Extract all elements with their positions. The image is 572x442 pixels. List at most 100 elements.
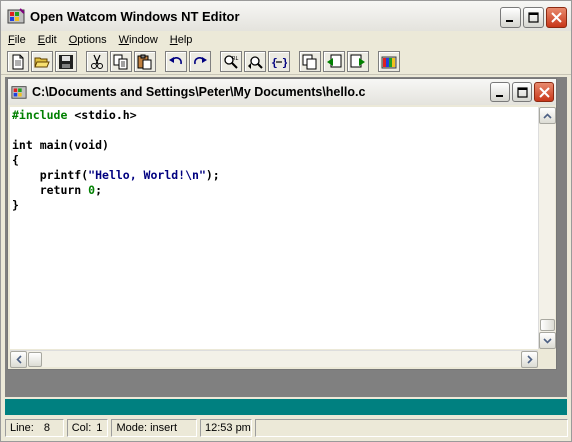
horizontal-scrollbar[interactable] [10,350,538,368]
return-semicolon: ; [95,183,103,197]
find-button[interactable]: RL [220,51,242,72]
vertical-scrollbar[interactable] [538,107,556,349]
menu-help-mnemonic: H [169,34,178,46]
document-minimize-button[interactable] [490,82,510,102]
cut-scissors-icon [91,54,103,69]
menu-bar: File Edit Options Window Help [1,31,571,49]
watcom-logo-button[interactable] [378,51,400,72]
return-keyword: return [12,183,89,197]
document-maximize-button[interactable] [512,82,532,102]
minimize-icon [495,94,503,97]
match-brace-icon: {} [271,56,287,69]
scroll-corner [538,350,555,367]
document-window: C:\Documents and Settings\Peter\My Docum… [7,78,557,370]
svg-text:RL: RL [232,56,238,62]
match-brace-button[interactable]: {} [268,51,290,72]
watcom-app-icon[interactable] [7,7,25,25]
document-title-bar[interactable]: C:\Documents and Settings\Peter\My Docum… [8,79,556,105]
menu-help[interactable]: Help [165,34,198,46]
menu-file[interactable]: File [3,34,31,46]
maximize-button[interactable] [523,7,544,28]
close-button[interactable] [546,7,567,28]
printf-call: printf( [12,168,89,182]
menu-file-mnemonic: F [8,34,15,46]
code-line-3: int main(void) [12,138,109,152]
copy-button[interactable] [110,51,132,72]
status-col-value: 1 [96,422,103,434]
watcom-logo-icon [381,56,397,68]
status-line: Line: 8 [5,419,64,437]
title-bar[interactable]: Open Watcom Windows NT Editor [1,1,571,31]
document-close-button[interactable] [534,82,554,102]
svg-text:}: } [282,56,287,69]
menu-options-mnemonic: O [68,34,78,46]
minimize-icon [506,20,513,22]
save-disk-icon [59,54,73,69]
previous-window-button[interactable] [323,51,345,72]
open-file-button[interactable] [31,51,53,72]
mdi-client-area: C:\Documents and Settings\Peter\My Docum… [5,77,567,397]
find-next-button[interactable] [244,51,266,72]
minimize-button[interactable] [500,7,521,28]
code-editor[interactable]: #include <stdio.h> int main(void) { prin… [10,107,538,349]
toolbar: RL {} [1,49,571,75]
code-line-1: #include <stdio.h> [12,108,538,123]
watcom-document-icon[interactable] [11,84,27,100]
new-file-icon [12,54,24,69]
horizontal-scroll-thumb[interactable] [28,352,42,367]
menu-window[interactable]: Window [114,34,163,46]
code-line-4: { [12,153,19,167]
paste-icon [137,54,152,69]
vertical-scroll-thumb[interactable] [540,319,555,331]
status-bar: Line: 8 Col: 1 Mode: insert 12:53 pm [1,415,571,441]
menu-help-label: elp [177,34,193,46]
chevron-left-icon [15,355,22,364]
redo-button[interactable] [189,51,211,72]
close-icon [551,12,562,23]
maximize-icon [516,86,528,98]
menu-edit[interactable]: Edit [33,34,62,46]
scroll-up-button[interactable] [539,107,556,124]
save-file-button[interactable] [55,51,77,72]
status-column: Col: 1 [66,419,109,437]
previous-window-icon [327,54,342,67]
menu-file-label: ile [14,34,26,46]
code-line-5: printf("Hello, World!\n"); [12,168,538,183]
message-bar [5,399,567,415]
new-window-button[interactable] [299,51,321,72]
paste-button[interactable] [134,51,156,72]
maximize-icon [528,12,539,23]
scroll-left-button[interactable] [10,351,27,368]
status-message [254,419,568,437]
window-title: Open Watcom Windows NT Editor [30,8,240,24]
find-icon: RL [224,54,238,69]
code-line-7: } [12,198,19,212]
menu-options-label: ptions [77,34,107,46]
cut-button[interactable] [86,51,108,72]
chevron-right-icon [526,355,533,364]
include-header: <stdio.h> [67,108,137,122]
scroll-down-button[interactable] [539,332,556,349]
code-line-6: return 0; [12,183,538,198]
scroll-right-button[interactable] [521,351,538,368]
chevron-up-icon [543,112,552,119]
editor-window: Open Watcom Windows NT Editor File Edit … [0,0,572,442]
status-mode: Mode: insert [111,419,197,437]
new-file-button[interactable] [7,51,29,72]
redo-icon [194,56,207,64]
status-line-label: Line: [10,422,34,434]
undo-button[interactable] [165,51,187,72]
document-title: C:\Documents and Settings\Peter\My Docum… [32,85,366,99]
find-next-icon [248,55,263,69]
close-icon [538,86,550,98]
status-col-label: Col: [71,422,92,434]
undo-icon [169,56,182,64]
next-window-button[interactable] [347,51,369,72]
string-literal: "Hello, World!\n" [88,168,206,182]
menu-window-mnemonic: W [118,34,130,46]
menu-options[interactable]: Options [64,34,112,46]
next-window-icon [350,54,365,67]
menu-edit-label: dit [45,34,57,46]
chevron-down-icon [543,337,552,344]
